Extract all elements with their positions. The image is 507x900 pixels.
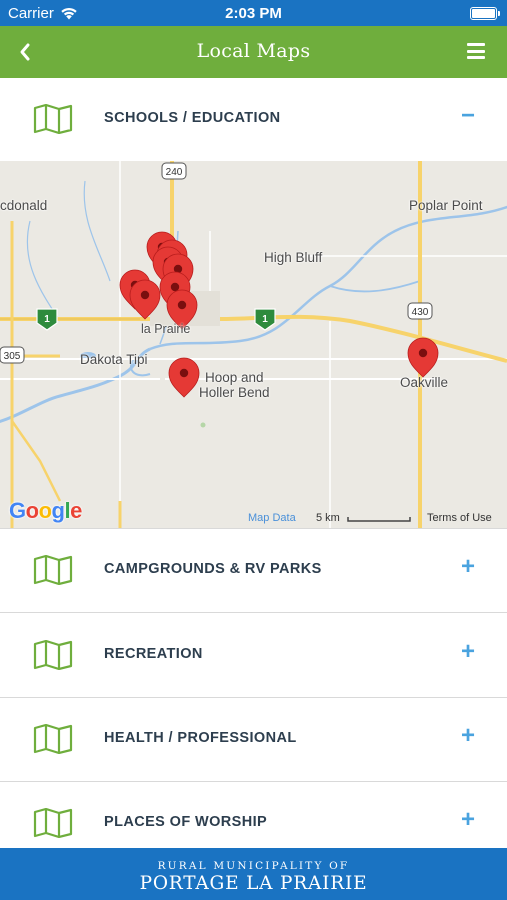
place-label: High Bluff — [264, 250, 323, 265]
svg-text:1: 1 — [262, 314, 268, 325]
map-icon — [33, 808, 73, 838]
municipality-banner: RURAL MUNICIPALITY OF PORTAGE LA PRAIRIE — [0, 848, 507, 900]
google-logo: Google — [9, 498, 82, 523]
place-label: Dakota Tipi — [80, 352, 148, 367]
hamburger-menu-icon[interactable] — [467, 43, 485, 59]
status-bar: Carrier 2:03 PM — [0, 0, 507, 26]
section-health-professional[interactable]: HEALTH / PROFESSIONAL + — [0, 698, 507, 782]
section-label: HEALTH / PROFESSIONAL — [104, 730, 297, 746]
section-recreation[interactable]: RECREATION + — [0, 614, 507, 698]
route-430-shield: 430 — [407, 302, 433, 320]
section-label: PLACES OF WORSHIP — [104, 814, 268, 830]
map-icon — [33, 555, 73, 585]
section-label: SCHOOLS / EDUCATION — [104, 110, 281, 126]
place-label: Poplar Point — [409, 198, 483, 213]
route-240-shield: 240 — [161, 162, 187, 180]
svg-text:240: 240 — [166, 167, 183, 178]
expand-toggle[interactable]: + — [461, 555, 475, 579]
schools-map[interactable]: 240 430 305 1 1 cdonald Poplar Point Hig… — [0, 161, 507, 529]
expand-toggle[interactable]: + — [461, 808, 475, 832]
collapse-toggle[interactable]: − — [461, 104, 475, 128]
terms-link[interactable]: Terms of Use — [427, 512, 492, 524]
section-label: RECREATION — [104, 646, 203, 662]
banner-subtitle: RURAL MUNICIPALITY OF — [157, 860, 350, 872]
map-canvas: 240 430 305 1 1 — [0, 161, 507, 528]
section-label: CAMPGROUNDS & RV PARKS — [104, 561, 322, 577]
map-icon — [33, 104, 73, 134]
place-label: la Prairie — [141, 322, 191, 336]
scale-label: 5 km — [316, 512, 340, 524]
svg-text:1: 1 — [44, 314, 50, 325]
map-data-link[interactable]: Map Data — [248, 512, 296, 524]
section-campgrounds[interactable]: CAMPGROUNDS & RV PARKS + — [0, 529, 507, 613]
map-icon — [33, 724, 73, 754]
place-label: Oakville — [400, 375, 449, 390]
banner-title: PORTAGE LA PRAIRIE — [139, 873, 368, 894]
expand-toggle[interactable]: + — [461, 724, 475, 748]
route-305-shield: 305 — [0, 346, 25, 364]
svg-text:430: 430 — [412, 307, 429, 318]
battery-icon — [470, 7, 500, 20]
svg-text:305: 305 — [4, 351, 21, 362]
section-schools-education[interactable]: SCHOOLS / EDUCATION − — [0, 78, 507, 162]
place-label: cdonald — [0, 198, 48, 213]
clock: 2:03 PM — [225, 5, 282, 22]
page-title: Local Maps — [196, 40, 311, 62]
nav-bar: Local Maps — [0, 26, 507, 78]
place-label: Hoop and — [205, 370, 264, 385]
expand-toggle[interactable]: + — [461, 640, 475, 664]
map-icon — [33, 640, 73, 670]
place-label: Holler Bend — [199, 385, 270, 400]
